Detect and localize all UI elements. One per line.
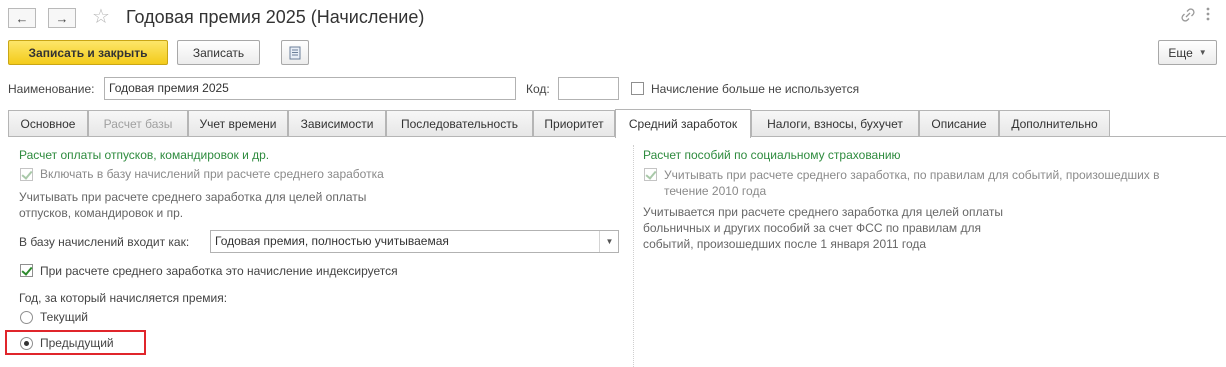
vacation-section-title: Расчет оплаты отпусков, командировок и д… bbox=[19, 148, 270, 162]
social-insurance-section-title: Расчет пособий по социальному страховани… bbox=[643, 148, 901, 162]
tab-taxes[interactable]: Налоги, взносы, бухучет bbox=[751, 110, 919, 137]
code-label: Код: bbox=[526, 82, 550, 96]
radio-current-year-label: Текущий bbox=[40, 310, 88, 324]
more-vertical-icon[interactable] bbox=[1206, 6, 1210, 25]
unused-label: Начисление больше не используется bbox=[651, 82, 860, 96]
report-button[interactable] bbox=[281, 40, 309, 65]
tab-description[interactable]: Описание bbox=[919, 110, 999, 137]
link-icon[interactable] bbox=[1181, 8, 1195, 25]
more-button[interactable]: Еще ▼ bbox=[1158, 40, 1217, 65]
forward-button[interactable]: → bbox=[48, 8, 76, 28]
vacation-note-line: отпусков, командировок и пр. bbox=[19, 206, 184, 220]
tab-priority[interactable]: Приоритет bbox=[533, 110, 615, 137]
social-insurance-note-line: Учитывается при расчете среднего заработ… bbox=[643, 205, 1003, 219]
save-and-close-button[interactable]: Записать и закрыть bbox=[8, 40, 168, 65]
rules-2010-checkbox[interactable] bbox=[644, 168, 657, 181]
back-button[interactable]: ← bbox=[8, 8, 36, 28]
tab-main[interactable]: Основное bbox=[8, 110, 88, 137]
column-divider bbox=[633, 145, 634, 367]
bonus-year-label: Год, за который начисляется премия: bbox=[19, 291, 228, 305]
tab-time-accounting[interactable]: Учет времени bbox=[188, 110, 288, 137]
chevron-down-icon[interactable]: ▼ bbox=[599, 231, 619, 252]
vacation-note-line: Учитывать при расчете среднего заработка… bbox=[19, 190, 367, 204]
chevron-down-icon: ▼ bbox=[1198, 48, 1207, 57]
unused-checkbox[interactable] bbox=[631, 82, 644, 95]
code-field[interactable] bbox=[558, 77, 619, 100]
tab-additional[interactable]: Дополнительно bbox=[999, 110, 1110, 137]
tab-base-calculation[interactable]: Расчет базы bbox=[88, 110, 188, 137]
star-icon[interactable]: ☆ bbox=[92, 5, 110, 29]
radio-current-year[interactable] bbox=[20, 311, 33, 324]
tab-sequence[interactable]: Последовательность bbox=[386, 110, 533, 137]
document-list-icon bbox=[289, 46, 301, 59]
include-in-base-checkbox[interactable] bbox=[20, 168, 33, 181]
social-insurance-note-line: событий, произошедших после 1 января 201… bbox=[643, 237, 927, 251]
base-type-select[interactable]: Годовая премия, полностью учитываемая bbox=[210, 230, 619, 253]
rules-2010-label-line: течение 2010 года bbox=[664, 184, 767, 198]
name-label: Наименование: bbox=[8, 82, 95, 96]
base-type-label: В базу начислений входит как: bbox=[19, 235, 190, 249]
arrow-right-icon: → bbox=[55, 10, 69, 26]
more-button-label: Еще bbox=[1168, 45, 1193, 60]
social-insurance-note-line: больничных и других пособий за счет ФСС … bbox=[643, 221, 982, 235]
rules-2010-label: Учитывать при расчете среднего заработка… bbox=[664, 167, 1160, 199]
include-in-base-label: Включать в базу начислений при расчете с… bbox=[40, 167, 384, 181]
vacation-note: Учитывать при расчете среднего заработка… bbox=[19, 189, 366, 221]
rules-2010-label-line: Учитывать при расчете среднего заработка… bbox=[664, 168, 1160, 182]
indexation-checkbox[interactable] bbox=[20, 264, 33, 277]
tab-average-earnings[interactable]: Средний заработок bbox=[615, 109, 751, 138]
save-button[interactable]: Записать bbox=[177, 40, 260, 65]
indexation-label: При расчете среднего заработка это начис… bbox=[40, 264, 398, 278]
page-title: Годовая премия 2025 (Начисление) bbox=[126, 7, 425, 27]
social-insurance-note: Учитывается при расчете среднего заработ… bbox=[643, 204, 1003, 252]
name-field[interactable]: Годовая премия 2025 bbox=[104, 77, 516, 100]
arrow-left-icon: ← bbox=[15, 10, 29, 26]
tab-dependencies[interactable]: Зависимости bbox=[288, 110, 386, 137]
highlight-box bbox=[5, 330, 146, 355]
base-type-value: Годовая премия, полностью учитываемая bbox=[215, 234, 449, 248]
